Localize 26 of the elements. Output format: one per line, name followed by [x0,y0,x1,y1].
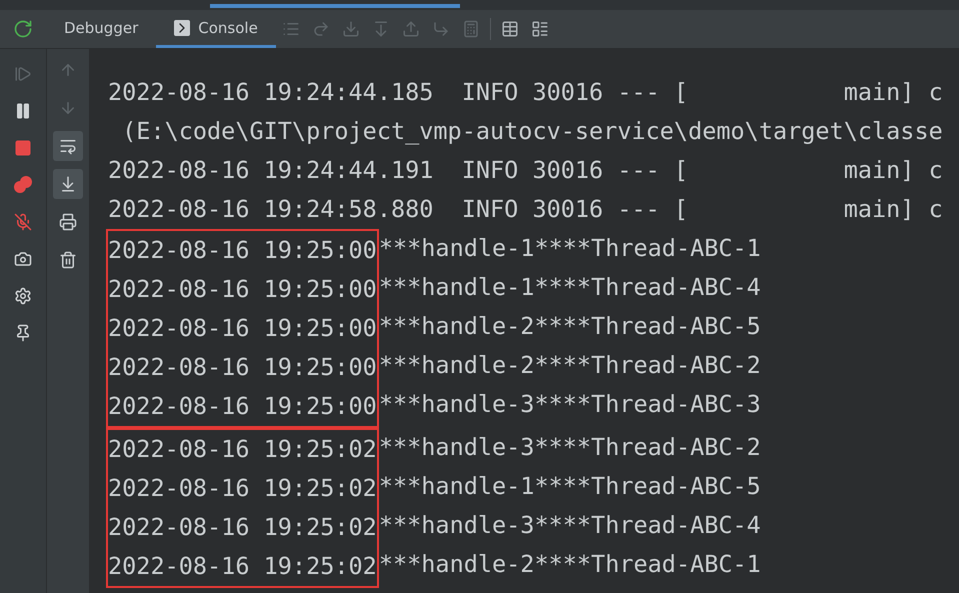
log-timestamp: 2022-08-16 19:25:00 [108,391,377,422]
log-timestamp: 2022-08-16 19:25:00 [108,235,377,266]
log-line: 2022-08-16 19:24:44.191 INFO 30016 --- [ main] c [108,155,944,186]
log-timestamp: 2022-08-16 19:25:00 [108,274,377,305]
log-message: ***handle-1****Thread-ABC-5 [378,471,761,502]
log-line: (E:\code\GIT\project_vmp-autocv-service\demo\target\classe [121,116,944,147]
log-message: ***handle-1****Thread-ABC-1 [378,233,761,264]
log-line: 2022-08-16 19:24:58.880 INFO 30016 --- [ main] c [108,194,944,225]
log-message: ***handle-2****Thread-ABC-5 [378,311,761,342]
log-message: ***handle-3****Thread-ABC-2 [378,432,761,463]
log-timestamp: 2022-08-16 19:25:02 [108,434,377,465]
log-message: ***handle-1****Thread-ABC-4 [378,272,761,303]
log-timestamp: 2022-08-16 19:25:02 [108,512,377,543]
log-message: ***handle-3****Thread-ABC-4 [378,510,761,541]
log-timestamp: 2022-08-16 19:25:02 [108,473,377,504]
log-timestamp: 2022-08-16 19:25:00 [108,313,377,344]
log-timestamp: 2022-08-16 19:25:02 [108,551,377,582]
log-timestamp: 2022-08-16 19:25:00 [108,352,377,383]
soft-wrap-button[interactable] [53,131,83,161]
log-message: ***handle-2****Thread-ABC-1 [378,549,761,580]
log-message: ***handle-2****Thread-ABC-2 [378,350,761,381]
scroll-to-end-button[interactable] [53,169,83,199]
log-line: 2022-08-16 19:24:44.185 INFO 30016 --- [ main] c [108,77,944,108]
rerun-icon [13,19,33,39]
tab[interactable]: Debugger [46,10,156,48]
log-message: ***handle-3****Thread-ABC-3 [378,389,761,420]
